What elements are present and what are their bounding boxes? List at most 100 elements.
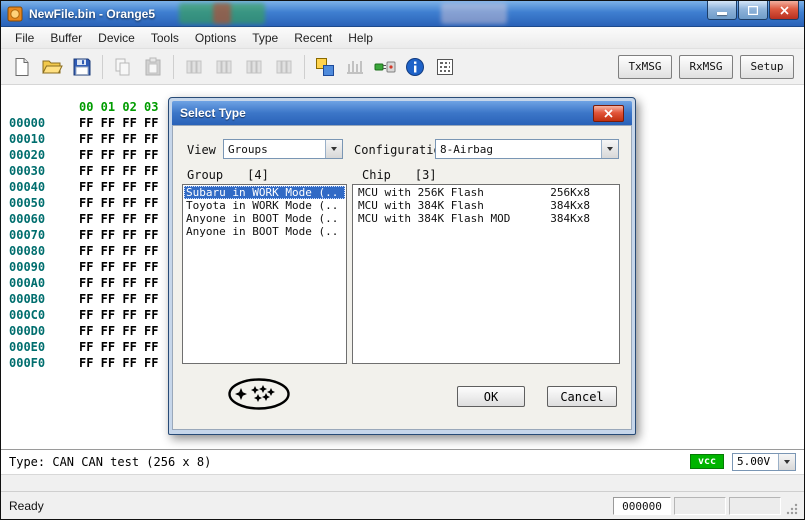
dialog-title-bar[interactable]: Select Type xyxy=(172,101,632,125)
title-bar[interactable]: NewFile.bin - Orange5 xyxy=(1,1,804,27)
cancel-button[interactable]: Cancel xyxy=(547,386,617,407)
checksum-icon xyxy=(435,57,455,77)
hex-row-bytes[interactable]: FF FF FF FF xyxy=(79,212,158,226)
save-file-button[interactable] xyxy=(67,53,97,81)
hex-row-address: 000E0 xyxy=(9,340,46,354)
hex-row-bytes[interactable]: FF FF FF FF xyxy=(79,276,158,290)
view-dropdown[interactable]: Groups xyxy=(223,139,343,159)
select-type-dialog: Select Type View Groups Configuratio 8-A… xyxy=(168,97,636,435)
buffer-icon xyxy=(244,57,264,77)
menu-item-type[interactable]: Type xyxy=(244,28,286,48)
hex-row-address: 00020 xyxy=(9,148,46,162)
chip-name: MCU with 384K Flash MOD xyxy=(358,212,511,225)
info-button[interactable] xyxy=(400,53,430,81)
chip-list-item[interactable]: MCU with 256K Flash 256Kx8 xyxy=(354,186,618,199)
menu-item-options[interactable]: Options xyxy=(187,28,244,48)
group-list-item[interactable]: Subaru in WORK Mode (.. xyxy=(184,186,345,199)
hex-row-bytes[interactable]: FF FF FF FF xyxy=(79,340,158,354)
dialog-close-button[interactable] xyxy=(593,104,624,122)
menu-item-help[interactable]: Help xyxy=(340,28,381,48)
connect-device-button[interactable] xyxy=(370,53,400,81)
type-status-line: Type: CAN CAN test (256 x 8) vcc 5.00V xyxy=(1,449,804,473)
chip-list-item[interactable]: MCU with 384K Flash MOD 384Kx8 xyxy=(354,212,618,225)
hex-row-bytes[interactable]: FF FF FF FF xyxy=(79,292,158,306)
chip-list-item[interactable]: MCU with 384K Flash 384Kx8 xyxy=(354,199,618,212)
voltage-dropdown[interactable]: 5.00V xyxy=(732,452,796,471)
new-file-button[interactable] xyxy=(7,53,37,81)
open-file-button[interactable] xyxy=(37,53,67,81)
buffer-icon xyxy=(214,57,234,77)
hex-row-address: 00000 xyxy=(9,116,46,130)
rxmsg-button[interactable]: RxMSG xyxy=(679,54,733,79)
save-icon xyxy=(72,57,92,77)
hex-row-address: 000A0 xyxy=(9,276,46,290)
menu-item-device[interactable]: Device xyxy=(90,28,143,48)
group-listbox[interactable]: Subaru in WORK Mode (.. Toyota in WORK Mo… xyxy=(182,184,347,364)
configuration-label: Configuratio xyxy=(354,143,441,157)
group-list-item[interactable]: Anyone in BOOT Mode (.. xyxy=(184,225,345,238)
close-button[interactable] xyxy=(769,1,799,20)
chip-size: 384Kx8 xyxy=(550,212,590,225)
chip-name: MCU with 256K Flash xyxy=(358,186,484,199)
configuration-dropdown-value: 8-Airbag xyxy=(440,142,493,156)
hex-row-bytes[interactable]: FF FF FF FF xyxy=(79,260,158,274)
titlebar-glass-reflection xyxy=(213,3,231,24)
hex-row-bytes[interactable]: FF FF FF FF xyxy=(79,132,158,146)
lower-divider-strip xyxy=(1,473,804,491)
status-bar: Ready 000000 xyxy=(1,491,804,519)
toolbar-separator xyxy=(173,54,174,79)
pins-button[interactable] xyxy=(340,53,370,81)
hex-row-bytes[interactable]: FF FF FF FF xyxy=(79,148,158,162)
chevron-down-icon[interactable] xyxy=(325,140,342,158)
hex-row-bytes[interactable]: FF FF FF FF xyxy=(79,180,158,194)
menu-item-tools[interactable]: Tools xyxy=(143,28,187,48)
txmsg-button[interactable]: TxMSG xyxy=(618,54,672,79)
group-list-item[interactable]: Toyota in WORK Mode (.. xyxy=(184,199,345,212)
minimize-icon xyxy=(717,11,727,15)
menu-item-file[interactable]: File xyxy=(7,28,42,48)
buffer-icon xyxy=(184,57,204,77)
menu-item-buffer[interactable]: Buffer xyxy=(42,28,90,48)
setup-button[interactable]: Setup xyxy=(740,54,794,79)
hex-row-address: 000C0 xyxy=(9,308,46,322)
window-title: NewFile.bin - Orange5 xyxy=(29,6,156,21)
hex-row-bytes[interactable]: FF FF FF FF xyxy=(79,228,158,242)
paste-button[interactable] xyxy=(138,53,168,81)
hex-row-bytes[interactable]: FF FF FF FF xyxy=(79,356,158,370)
chevron-down-icon[interactable] xyxy=(601,140,618,158)
swap-buffers-button[interactable] xyxy=(310,53,340,81)
resize-grip[interactable] xyxy=(784,497,798,515)
copy-button[interactable] xyxy=(108,53,138,81)
hex-row-address: 00030 xyxy=(9,164,46,178)
titlebar-glass-reflection xyxy=(179,3,265,24)
hex-row-bytes[interactable]: FF FF FF FF xyxy=(79,164,158,178)
minimize-button[interactable] xyxy=(707,1,737,20)
hex-row-bytes[interactable]: FF FF FF FF xyxy=(79,244,158,258)
app-icon xyxy=(7,6,23,22)
ok-button[interactable]: OK xyxy=(457,386,525,407)
swap-buffers-icon xyxy=(315,57,335,77)
paste-icon xyxy=(143,57,163,77)
hex-row-bytes[interactable]: FF FF FF FF xyxy=(79,308,158,322)
checksum-button[interactable] xyxy=(430,53,460,81)
chip-listbox[interactable]: MCU with 256K Flash 256Kx8 MCU with 384K F… xyxy=(352,184,620,364)
toolbar-separator xyxy=(102,54,103,79)
hex-row-bytes[interactable]: FF FF FF FF xyxy=(79,116,158,130)
view-dropdown-value: Groups xyxy=(228,142,268,156)
chevron-down-icon[interactable] xyxy=(778,453,795,470)
titlebar-glass-reflection xyxy=(441,3,507,24)
buffer-1-button[interactable] xyxy=(179,53,209,81)
group-list-item[interactable]: Anyone in BOOT Mode (.. xyxy=(184,212,345,225)
hex-row-bytes[interactable]: FF FF FF FF xyxy=(79,324,158,338)
buffer-4-button[interactable] xyxy=(269,53,299,81)
new-file-icon xyxy=(12,57,32,77)
chip-name: MCU with 384K Flash xyxy=(358,199,484,212)
dialog-title: Select Type xyxy=(180,106,246,120)
hex-row-bytes[interactable]: FF FF FF FF xyxy=(79,196,158,210)
menu-item-recent[interactable]: Recent xyxy=(286,28,340,48)
configuration-dropdown[interactable]: 8-Airbag xyxy=(435,139,619,159)
maximize-button[interactable] xyxy=(738,1,768,20)
buffer-2-button[interactable] xyxy=(209,53,239,81)
buffer-3-button[interactable] xyxy=(239,53,269,81)
hex-col-header: 00 01 02 03 xyxy=(79,100,159,114)
